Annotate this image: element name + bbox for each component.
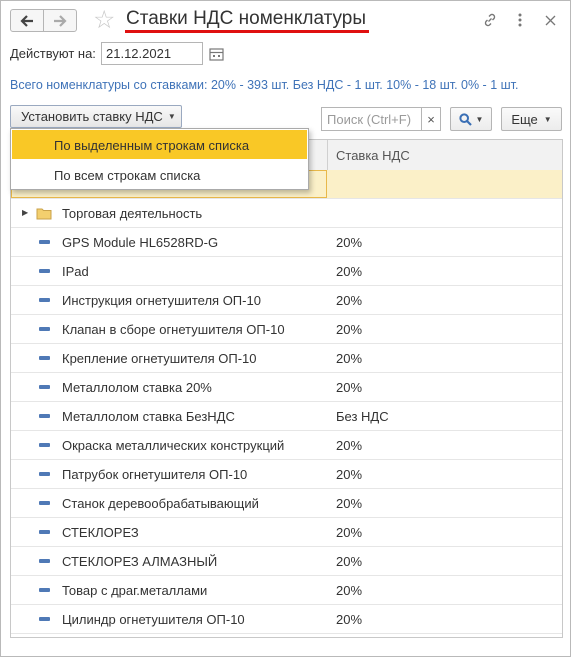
item-icon <box>39 298 50 302</box>
forward-button[interactable] <box>43 9 77 32</box>
item-icon <box>39 269 50 273</box>
date-field[interactable] <box>101 42 203 65</box>
arrow-right-icon <box>54 14 67 27</box>
folder-icon <box>36 208 52 220</box>
item-vat: 20% <box>336 612 363 627</box>
table-row[interactable]: Цилиндр огнетушителя ОП-10 20% <box>11 605 562 634</box>
item-name: Патрубок огнетушителя ОП-10 <box>62 467 248 482</box>
item-name: СТЕКЛОРЕЗ АЛМАЗНЫЙ <box>62 554 218 569</box>
chevron-down-icon: ▼ <box>167 112 176 121</box>
item-vat: 20% <box>336 525 363 540</box>
title-underline <box>125 30 369 33</box>
item-vat: 20% <box>336 380 363 395</box>
search-button[interactable]: ▼ <box>450 107 492 131</box>
item-vat: 20% <box>336 438 363 453</box>
item-name: Цилиндр огнетушителя ОП-10 <box>62 612 245 627</box>
more-button[interactable]: Еще ▼ <box>501 107 562 131</box>
calendar-button[interactable] <box>205 42 228 65</box>
table-row[interactable]: Металлолом ставка БезНДС Без НДС <box>11 402 562 431</box>
item-vat: 20% <box>336 293 363 308</box>
item-icon <box>39 327 50 331</box>
close-icon[interactable] <box>539 9 561 31</box>
item-icon <box>39 240 50 244</box>
more-vertical-icon[interactable] <box>509 9 531 31</box>
table-row[interactable]: СТЕКЛОРЕЗ 20% <box>11 518 562 547</box>
item-icon <box>39 472 50 476</box>
item-name: GPS Module HL6528RD-G <box>62 235 219 250</box>
form-window: ☆ Ставки НДС номенклатуры Действуют на: … <box>0 0 571 657</box>
chevron-down-icon: ▼ <box>475 114 484 124</box>
item-vat: 20% <box>336 496 363 511</box>
item-vat: 20% <box>336 583 363 598</box>
expand-arrow-icon[interactable]: ▶ <box>22 208 28 217</box>
star-icon[interactable]: ☆ <box>93 6 115 34</box>
table-row[interactable]: Окраска металлических конструкций 20% <box>11 431 562 460</box>
arrow-left-icon <box>20 14 33 27</box>
item-name: Крепление огнетушителя ОП-10 <box>62 351 257 366</box>
item-icon <box>39 443 50 447</box>
calendar-icon <box>209 47 224 61</box>
set-vat-menu: По выделенным строкам списка По всем стр… <box>10 128 309 190</box>
item-vat: 20% <box>336 235 363 250</box>
item-icon <box>39 385 50 389</box>
menu-item-all-rows[interactable]: По всем строкам списка <box>12 160 307 189</box>
item-name: СТЕКЛОРЕЗ <box>62 525 139 540</box>
table-row[interactable]: Металлолом ставка 20% 20% <box>11 373 562 402</box>
summary-text: Всего номенклатуры со ставками: 20% - 39… <box>10 78 519 92</box>
search-icon <box>458 112 472 126</box>
table-row[interactable]: Патрубок огнетушителя ОП-10 20% <box>11 460 562 489</box>
item-vat: 20% <box>336 322 363 337</box>
item-vat: Без НДС <box>336 409 389 424</box>
table-row[interactable]: Клапан в сборе огнетушителя ОП-10 20% <box>11 315 562 344</box>
item-icon <box>39 414 50 418</box>
table-row[interactable]: Крепление огнетушителя ОП-10 20% <box>11 344 562 373</box>
items-table[interactable]: Ставка НДС ▶ Торговая деятельность GPS M… <box>10 139 563 638</box>
date-label: Действуют на: <box>10 46 96 61</box>
table-row[interactable]: Станок деревообрабатывающий 20% <box>11 489 562 518</box>
item-name: IPad <box>62 264 89 279</box>
item-vat: 20% <box>336 554 363 569</box>
more-label: Еще <box>511 111 538 127</box>
item-icon <box>39 617 50 621</box>
back-button[interactable] <box>10 9 44 32</box>
item-name: Инструкция огнетушителя ОП-10 <box>62 293 261 308</box>
page-title: Ставки НДС номенклатуры <box>126 8 367 29</box>
item-vat: 20% <box>336 351 363 366</box>
table-row[interactable]: СТЕКЛОРЕЗ АЛМАЗНЫЙ 20% <box>11 547 562 576</box>
item-name: Окраска металлических конструкций <box>62 438 285 453</box>
table-row[interactable]: Товар с драг.металлами 20% <box>11 576 562 605</box>
item-vat: 20% <box>336 467 363 482</box>
item-icon <box>39 501 50 505</box>
search-clear-button[interactable]: × <box>421 107 441 131</box>
set-vat-label: Установить ставку НДС <box>21 109 163 124</box>
item-icon <box>39 559 50 563</box>
link-icon[interactable] <box>479 9 501 31</box>
column-header-vat[interactable]: Ставка НДС <box>336 148 410 163</box>
item-name: Станок деревообрабатывающий <box>62 496 259 511</box>
item-name: Металлолом ставка 20% <box>62 380 212 395</box>
item-name: Металлолом ставка БезНДС <box>62 409 235 424</box>
search-input[interactable] <box>321 107 421 131</box>
item-name: Товар с драг.металлами <box>62 583 208 598</box>
group-name: Торговая деятельность <box>62 206 203 221</box>
item-name: Клапан в сборе огнетушителя ОП-10 <box>62 322 285 337</box>
set-vat-button[interactable]: Установить ставку НДС ▼ <box>10 105 182 128</box>
item-vat: 20% <box>336 264 363 279</box>
table-row[interactable]: Инструкция огнетушителя ОП-10 20% <box>11 286 562 315</box>
item-icon <box>39 356 50 360</box>
table-row[interactable]: GPS Module HL6528RD-G 20% <box>11 228 562 257</box>
group-row[interactable]: ▶ Торговая деятельность <box>11 199 562 228</box>
item-icon <box>39 530 50 534</box>
table-row[interactable]: IPad 20% <box>11 257 562 286</box>
item-icon <box>39 588 50 592</box>
menu-item-selected-rows[interactable]: По выделенным строкам списка <box>12 130 307 159</box>
chevron-down-icon: ▼ <box>543 114 552 124</box>
